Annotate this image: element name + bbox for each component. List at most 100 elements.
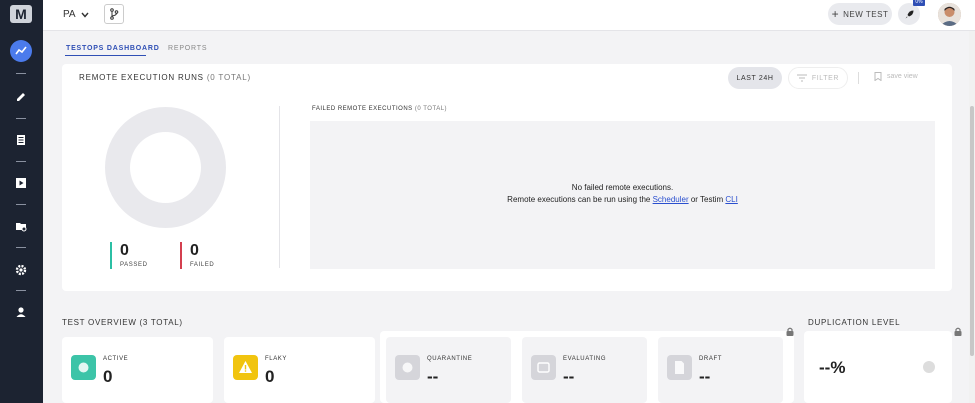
card-label: FLAKY xyxy=(265,356,288,362)
sidebar-item-account[interactable] xyxy=(10,301,32,323)
overview-card-quarantine[interactable]: QUARANTINE -- xyxy=(386,337,511,403)
quarantine-icon xyxy=(395,355,420,380)
sidebar-divider xyxy=(16,204,26,205)
runs-divider xyxy=(279,106,280,268)
scrollbar-thumb[interactable] xyxy=(970,106,974,356)
passed-count: 0 xyxy=(120,242,129,259)
new-test-button[interactable]: + NEW TEST xyxy=(828,3,892,25)
testim-logo[interactable]: M xyxy=(10,5,32,23)
failed-indicator-bar xyxy=(180,242,182,269)
empty-hint-mid: or Testim xyxy=(688,195,726,204)
flaky-warning-icon xyxy=(233,355,258,380)
save-view-label: save view xyxy=(887,73,918,80)
branch-icon xyxy=(110,8,119,20)
page-scrollbar[interactable] xyxy=(969,31,975,403)
chevron-down-icon xyxy=(81,12,89,18)
sidebar-divider xyxy=(16,247,26,248)
passed-indicator-bar xyxy=(110,242,112,269)
card-value: 0 xyxy=(103,367,113,386)
edit-icon xyxy=(17,93,25,101)
failed-count: 0 xyxy=(190,242,199,259)
card-label: QUARANTINE xyxy=(427,356,473,362)
runs-title: REMOTE EXECUTION RUNS xyxy=(79,73,204,82)
card-label: EVALUATING xyxy=(563,356,607,362)
rocket-button[interactable] xyxy=(898,3,920,25)
failed-executions-panel: No failed remote executions. Remote exec… xyxy=(310,121,935,269)
progress-badge: 0% xyxy=(913,0,925,6)
save-view-button[interactable]: save view xyxy=(874,72,918,81)
user-icon xyxy=(16,307,26,317)
folder-settings-icon xyxy=(16,223,27,232)
tab-testops-dashboard[interactable]: TESTOPS DASHBOARD xyxy=(66,45,160,52)
tab-reports[interactable]: REPORTS xyxy=(168,45,207,52)
card-value: -- xyxy=(563,367,575,386)
sidebar-item-files[interactable] xyxy=(10,215,32,237)
sidebar-item-settings[interactable] xyxy=(10,259,32,281)
sidebar-item-edit[interactable] xyxy=(10,86,32,108)
toolbar-divider xyxy=(858,72,859,84)
failed-label: FAILED xyxy=(190,262,215,268)
donut-hole xyxy=(130,132,201,203)
overview-card-evaluating[interactable]: EVALUATING -- xyxy=(522,337,647,403)
passed-label: PASSED xyxy=(120,262,148,268)
project-name: PA xyxy=(63,9,76,20)
overview-heading: TEST OVERVIEW xyxy=(62,318,137,327)
locked-overview-group: QUARANTINE -- EVALUATING -- DRAFT -- xyxy=(380,331,794,403)
sidebar-item-executions[interactable] xyxy=(10,172,32,194)
sidebar-divider xyxy=(16,73,26,74)
play-icon xyxy=(16,178,26,188)
failed-executions-title: FAILED REMOTE EXECUTIONS (0 TOTAL) xyxy=(312,106,447,112)
remote-execution-runs-card: REMOTE EXECUTION RUNS (0 TOTAL) LAST 24H… xyxy=(62,64,952,291)
cli-link[interactable]: CLI xyxy=(725,195,737,204)
failed-executions-heading: FAILED REMOTE EXECUTIONS xyxy=(312,106,413,112)
avatar[interactable] xyxy=(938,3,961,26)
runs-donut-chart xyxy=(105,107,226,228)
filter-button[interactable]: FILTER xyxy=(788,67,848,89)
top-bar: PA + NEW TEST 0% xyxy=(43,0,975,31)
runs-section-title: REMOTE EXECUTION RUNS (0 TOTAL) xyxy=(79,73,251,82)
card-value: 0 xyxy=(265,367,275,386)
new-test-label: NEW TEST xyxy=(843,9,889,19)
active-tab-indicator xyxy=(65,55,146,56)
duplication-indicator xyxy=(923,361,935,373)
lock-icon xyxy=(786,327,794,336)
sidebar-divider xyxy=(16,161,26,162)
branch-button[interactable] xyxy=(104,4,124,24)
gear-icon xyxy=(15,264,27,276)
draft-icon xyxy=(667,355,692,380)
duplication-level-title: DUPLICATION LEVEL xyxy=(808,318,901,327)
empty-hint: Remote executions can be run using the S… xyxy=(310,195,935,204)
failed-executions-count: (0 TOTAL) xyxy=(414,106,448,112)
rocket-icon xyxy=(905,10,913,18)
overview-count: (3 TOTAL) xyxy=(139,318,183,327)
sidebar-divider xyxy=(16,290,26,291)
active-icon xyxy=(71,355,96,380)
sidebar-item-list[interactable] xyxy=(10,129,32,151)
last-24h-button[interactable]: LAST 24H xyxy=(728,67,782,89)
overview-card-flaky[interactable]: FLAKY 0 xyxy=(224,337,375,403)
evaluating-icon xyxy=(531,355,556,380)
project-selector[interactable]: PA xyxy=(63,9,89,20)
card-value: -- xyxy=(427,367,439,386)
sidebar: M xyxy=(0,0,43,403)
user-avatar-icon xyxy=(938,3,961,26)
filter-icon xyxy=(796,74,807,82)
sidebar-item-dashboard[interactable] xyxy=(10,40,32,62)
passed-stat: 0 PASSED xyxy=(110,242,148,269)
overview-card-active[interactable]: ACTIVE 0 xyxy=(62,337,213,403)
bookmark-icon xyxy=(874,72,882,81)
runs-count: (0 TOTAL) xyxy=(206,73,251,82)
plus-icon: + xyxy=(831,7,840,21)
filter-label: FILTER xyxy=(811,74,840,82)
overview-card-draft[interactable]: DRAFT -- xyxy=(658,337,783,403)
scheduler-link[interactable]: Scheduler xyxy=(653,195,689,204)
empty-hint-prefix: Remote executions can be run using the xyxy=(507,195,653,204)
duplication-value: --% xyxy=(819,358,846,377)
list-icon xyxy=(17,135,25,145)
card-value: -- xyxy=(699,367,711,386)
duplication-level-card[interactable]: --% xyxy=(804,331,952,403)
dashboard-icon xyxy=(15,46,27,55)
lock-icon xyxy=(954,327,962,336)
failed-stat: 0 FAILED xyxy=(180,242,215,269)
card-label: ACTIVE xyxy=(103,356,129,362)
